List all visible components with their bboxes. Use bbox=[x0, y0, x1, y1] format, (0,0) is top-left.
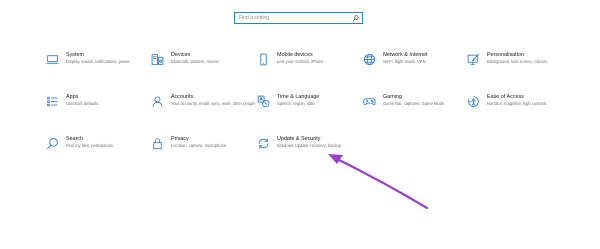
tile-title: Privacy bbox=[171, 136, 189, 142]
sync-icon bbox=[257, 137, 270, 150]
tile-description: Background, lock screen, colours bbox=[487, 59, 548, 64]
globe-icon bbox=[363, 53, 376, 66]
ease-of-access-icon bbox=[467, 95, 480, 108]
tile-title: Update & Security bbox=[277, 136, 321, 142]
laptop-icon bbox=[46, 53, 59, 66]
tile-description: Game Bar, captures, Game Mode bbox=[383, 101, 445, 106]
tile-title: Network & Internet bbox=[383, 52, 428, 58]
tile-ease-of-access[interactable]: Ease of Access Narrator, magnifier, high… bbox=[467, 94, 572, 124]
tile-time-language[interactable]: Time & Language Speech, region, date bbox=[257, 94, 362, 124]
tile-title: System bbox=[66, 52, 84, 58]
tile-description: Find my files, permissions bbox=[66, 143, 114, 148]
tile-description: Speech, region, date bbox=[277, 101, 315, 106]
tile-description: Narrator, magnifier, high contrast bbox=[487, 101, 547, 106]
tile-privacy[interactable]: Privacy Location, camera, microphone bbox=[151, 136, 256, 166]
tile-title: Mobile devices bbox=[277, 52, 313, 58]
tile-title: Gaming bbox=[383, 94, 402, 100]
gamepad-icon bbox=[363, 95, 376, 108]
search-input[interactable]: Find a setting bbox=[234, 12, 363, 24]
tile-mobile-devices[interactable]: Mobile devices Link your Android, iPhone bbox=[257, 52, 362, 82]
tile-network-internet[interactable]: Network & Internet Wi-Fi, flight mode, V… bbox=[363, 52, 468, 82]
tile-apps[interactable]: Apps Uninstall, defaults bbox=[46, 94, 151, 124]
tile-search[interactable]: Search Find my files, permissions bbox=[46, 136, 151, 166]
tile-description: Link your Android, iPhone bbox=[277, 59, 324, 64]
tile-description: Your accounts, email, sync, work, other … bbox=[171, 101, 256, 106]
tile-devices[interactable]: Devices Bluetooth, printers, mouse bbox=[151, 52, 256, 82]
devices-icon bbox=[151, 53, 164, 66]
phone-icon bbox=[257, 53, 270, 66]
tile-personalisation[interactable]: Personalisation Background, lock screen,… bbox=[467, 52, 572, 82]
tile-accounts[interactable]: Accounts Your accounts, email, sync, wor… bbox=[151, 94, 256, 124]
search-placeholder: Find a setting bbox=[239, 14, 270, 21]
tile-title: Personalisation bbox=[487, 52, 524, 58]
tile-description: Location, camera, microphone bbox=[171, 143, 227, 148]
person-icon bbox=[151, 95, 164, 108]
tile-title: Search bbox=[66, 136, 84, 142]
tile-title: Apps bbox=[66, 94, 79, 100]
tile-description: Bluetooth, printers, mouse bbox=[171, 59, 219, 64]
tile-description: Wi-Fi, flight mode, VPN bbox=[383, 59, 426, 64]
tile-description: Uninstall, defaults bbox=[66, 101, 99, 106]
tile-title: Devices bbox=[171, 52, 191, 58]
tile-description: Display, sound, notifications, power bbox=[66, 59, 130, 64]
annotation-arrow bbox=[328, 154, 429, 210]
tile-title: Ease of Access bbox=[487, 94, 524, 100]
apps-list-icon bbox=[46, 95, 59, 108]
tile-system[interactable]: System Display, sound, notifications, po… bbox=[46, 52, 151, 82]
tile-description: Windows Update, recovery, backup bbox=[277, 143, 342, 148]
search-icon bbox=[46, 137, 59, 150]
tile-update-security[interactable]: Update & Security Windows Update, recove… bbox=[257, 136, 362, 166]
pen-monitor-icon bbox=[467, 53, 480, 66]
tile-title: Time & Language bbox=[277, 94, 320, 100]
tile-gaming[interactable]: Gaming Game Bar, captures, Game Mode bbox=[363, 94, 468, 124]
lock-icon bbox=[151, 137, 164, 150]
search-icon bbox=[353, 15, 359, 21]
time-language-icon bbox=[257, 95, 270, 108]
tile-title: Accounts bbox=[171, 94, 194, 100]
